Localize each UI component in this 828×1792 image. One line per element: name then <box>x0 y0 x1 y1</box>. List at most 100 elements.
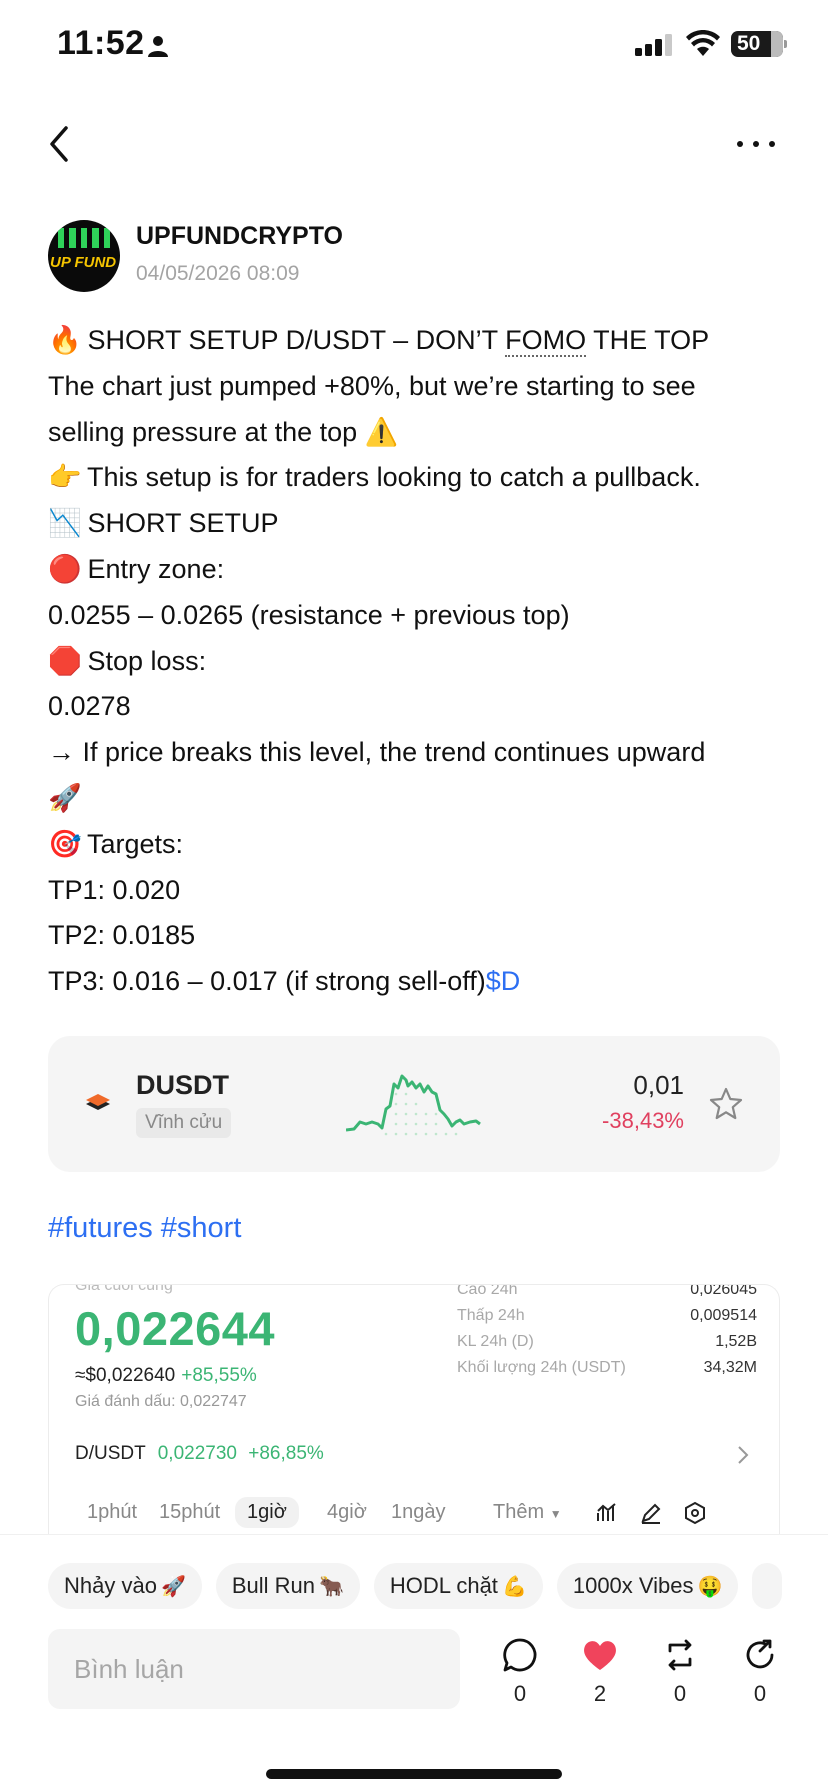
reaction-chip-hodl[interactable]: HODL chặt 💪 <box>373 1563 543 1609</box>
stat-row: Thấp 24h 0,009514 <box>457 1303 757 1329</box>
post-line: 🔴 Entry zone: <box>48 547 788 593</box>
stat-row: KL 24h (D) 1,52B <box>457 1329 757 1355</box>
hashtag-link[interactable]: #futures <box>48 1212 153 1244</box>
signal-icon <box>635 34 672 56</box>
post-text: THE TOP <box>586 325 710 355</box>
stat-label: Thấp 24h <box>457 1307 525 1324</box>
reaction-chips: Nhảy vào 🚀 Bull Run 🐂 HODL chặt 💪 1000x Vibes 🤑 <box>48 1563 828 1609</box>
post-line: selling pressure at the top ⚠️ <box>48 410 788 456</box>
reaction-chip-overflow[interactable] <box>752 1563 783 1609</box>
settings-hex-icon <box>685 1501 705 1525</box>
tab-1m: 1phút <box>87 1501 138 1523</box>
post-line: TP3: 0.016 – 0.017 (if strong sell-off)$… <box>48 959 788 1005</box>
share-button[interactable]: 0 <box>730 1637 790 1707</box>
post-text: Entry zone: <box>87 553 225 584</box>
tab-1d: 1ngày <box>391 1501 446 1523</box>
tab-1h: 1giờ <box>235 1497 299 1528</box>
chevron-right-icon <box>738 1446 749 1464</box>
status-bar: 11:52 50 <box>0 0 828 92</box>
indicator-icon <box>597 1503 616 1521</box>
embed-mark-price: Giá đánh dấu: 0,022747 <box>75 1393 247 1410</box>
caret-down-icon: ▼ <box>549 1507 562 1521</box>
share-count: 0 <box>753 1681 767 1706</box>
share-icon <box>746 1639 774 1669</box>
chip-label: HODL chặt <box>389 1573 498 1598</box>
star-icon[interactable] <box>708 1086 744 1122</box>
stat-value: 1,52B <box>715 1333 757 1350</box>
post-text: TP3: 0.016 – 0.017 (if strong sell-off) <box>48 966 486 997</box>
embedded-screenshot[interactable]: Giá cuối cùng 0,022644 ≈$0,022640 +85,55%… <box>48 1284 780 1534</box>
ticker-card[interactable]: DUSDT Vĩnh cửu 0,01 -38,43% <box>48 1036 780 1172</box>
bottom-action-bar: Nhảy vào 🚀 Bull Run 🐂 HODL chặt 💪 1000x Vibes 🤑… <box>0 1534 828 1792</box>
embed-pair-row: D/USDT 0,022730 +86,85% <box>75 1443 324 1465</box>
repost-button[interactable]: 0 <box>650 1637 710 1707</box>
target-icon: 🎯 <box>48 828 82 860</box>
coin-logo-icon <box>86 1094 110 1110</box>
like-button[interactable]: 2 <box>570 1637 630 1707</box>
home-indicator[interactable] <box>266 1769 562 1779</box>
post-line: 🛑 Stop loss: <box>48 639 788 685</box>
post-line: 0.0278 <box>48 691 131 722</box>
embed-last-price: 0,022644 <box>75 1302 276 1355</box>
post-line: TP2: 0.0185 <box>48 920 196 951</box>
cash-tag-link[interactable]: $D <box>486 966 521 996</box>
post-line: 0.0255 – 0.0265 (resistance + previous t… <box>48 599 570 630</box>
stat-label: Khối lượng 24h (USDT) <box>457 1359 626 1376</box>
reaction-chip-jump-in[interactable]: Nhảy vào 🚀 <box>48 1563 202 1609</box>
embed-timeframe-tabs: 1phút 15phút 1giờ 4giờ 1ngày Thêm ▼ <box>75 1485 765 1534</box>
post-line: TP1: 0.020 <box>48 874 181 905</box>
embed-stats: Cao 24h 0,026045 Thấp 24h 0,009514 KL 24h … <box>457 1284 757 1381</box>
repost-icon <box>668 1639 692 1671</box>
ticker-price: 0,01 <box>633 1070 684 1100</box>
post-timestamp: 04/05/2026 08:09 <box>136 262 300 285</box>
avatar-logo-text: UP FUND <box>50 254 117 271</box>
stat-value: 0,026045 <box>690 1284 757 1298</box>
comment-button[interactable]: 0 <box>490 1637 550 1707</box>
post-line: 🎯 Targets: <box>48 822 788 868</box>
post-line: 👉 This setup is for traders looking to c… <box>48 455 788 501</box>
stat-value: 0,009514 <box>690 1307 757 1324</box>
wifi-icon <box>686 30 720 56</box>
flexed-biceps-icon: 💪 <box>501 1574 527 1598</box>
pencil-icon <box>641 1503 661 1524</box>
repost-count: 0 <box>673 1681 687 1706</box>
post-text: Stop loss: <box>87 645 207 676</box>
post-text: selling pressure at the top <box>48 416 365 447</box>
fomo-term[interactable]: FOMO <box>505 325 587 357</box>
stat-label: KL 24h (D) <box>457 1333 534 1350</box>
stop-sign-icon: 🛑 <box>48 645 82 677</box>
comment-input[interactable] <box>48 1629 460 1709</box>
reaction-chip-1000x[interactable]: 1000x Vibes 🤑 <box>556 1563 739 1609</box>
author-avatar[interactable]: UP FUND <box>48 220 120 292</box>
embed-usd-price: ≈$0,022640 +85,55% <box>75 1365 257 1387</box>
comment-field[interactable] <box>48 1629 460 1709</box>
embed-pair-price: 0,022730 <box>157 1443 237 1464</box>
stat-row: Khối lượng 24h (USDT) 34,32M <box>457 1355 757 1381</box>
embed-usd-value: ≈$0,022640 <box>75 1365 176 1386</box>
like-count: 2 <box>593 1681 607 1706</box>
back-arrow-icon[interactable] <box>44 122 76 166</box>
hashtag-link[interactable]: #short <box>161 1212 242 1244</box>
chip-label: Bull Run <box>231 1573 316 1598</box>
rocket-icon: 🚀 <box>48 782 82 814</box>
money-face-icon: 🤑 <box>697 1574 723 1598</box>
stat-row: Cao 24h 0,026045 <box>457 1284 757 1303</box>
warning-icon: ⚠️ <box>364 416 399 448</box>
chip-label: Nhảy vào <box>64 1573 157 1598</box>
tab-more: Thêm ▼ <box>493 1501 562 1524</box>
more-options-icon[interactable] <box>734 128 778 152</box>
comment-count: 0 <box>513 1681 527 1706</box>
chart-down-icon: 📉 <box>48 508 82 540</box>
embed-pair-symbol: D/USDT <box>75 1443 146 1464</box>
ticker-sparkline <box>346 1074 481 1136</box>
red-circle-icon: 🔴 <box>48 553 82 585</box>
post-line: The chart just pumped +80%, but we’re st… <box>48 370 696 401</box>
status-time: 11:52 <box>57 24 145 62</box>
reaction-chip-bull-run[interactable]: Bull Run 🐂 <box>215 1563 360 1609</box>
hashtags: #futures #short <box>48 1212 249 1245</box>
author-name[interactable]: UPFUNDCRYPTO <box>136 222 343 251</box>
ticker-type-badge: Vĩnh cửu <box>136 1108 232 1138</box>
battery-indicator: 50 <box>731 31 787 57</box>
post-line: 🔥 SHORT SETUP D/USDT – DON’T FOMO THE TO… <box>48 318 788 364</box>
ticker-symbol: DUSDT <box>136 1070 229 1100</box>
